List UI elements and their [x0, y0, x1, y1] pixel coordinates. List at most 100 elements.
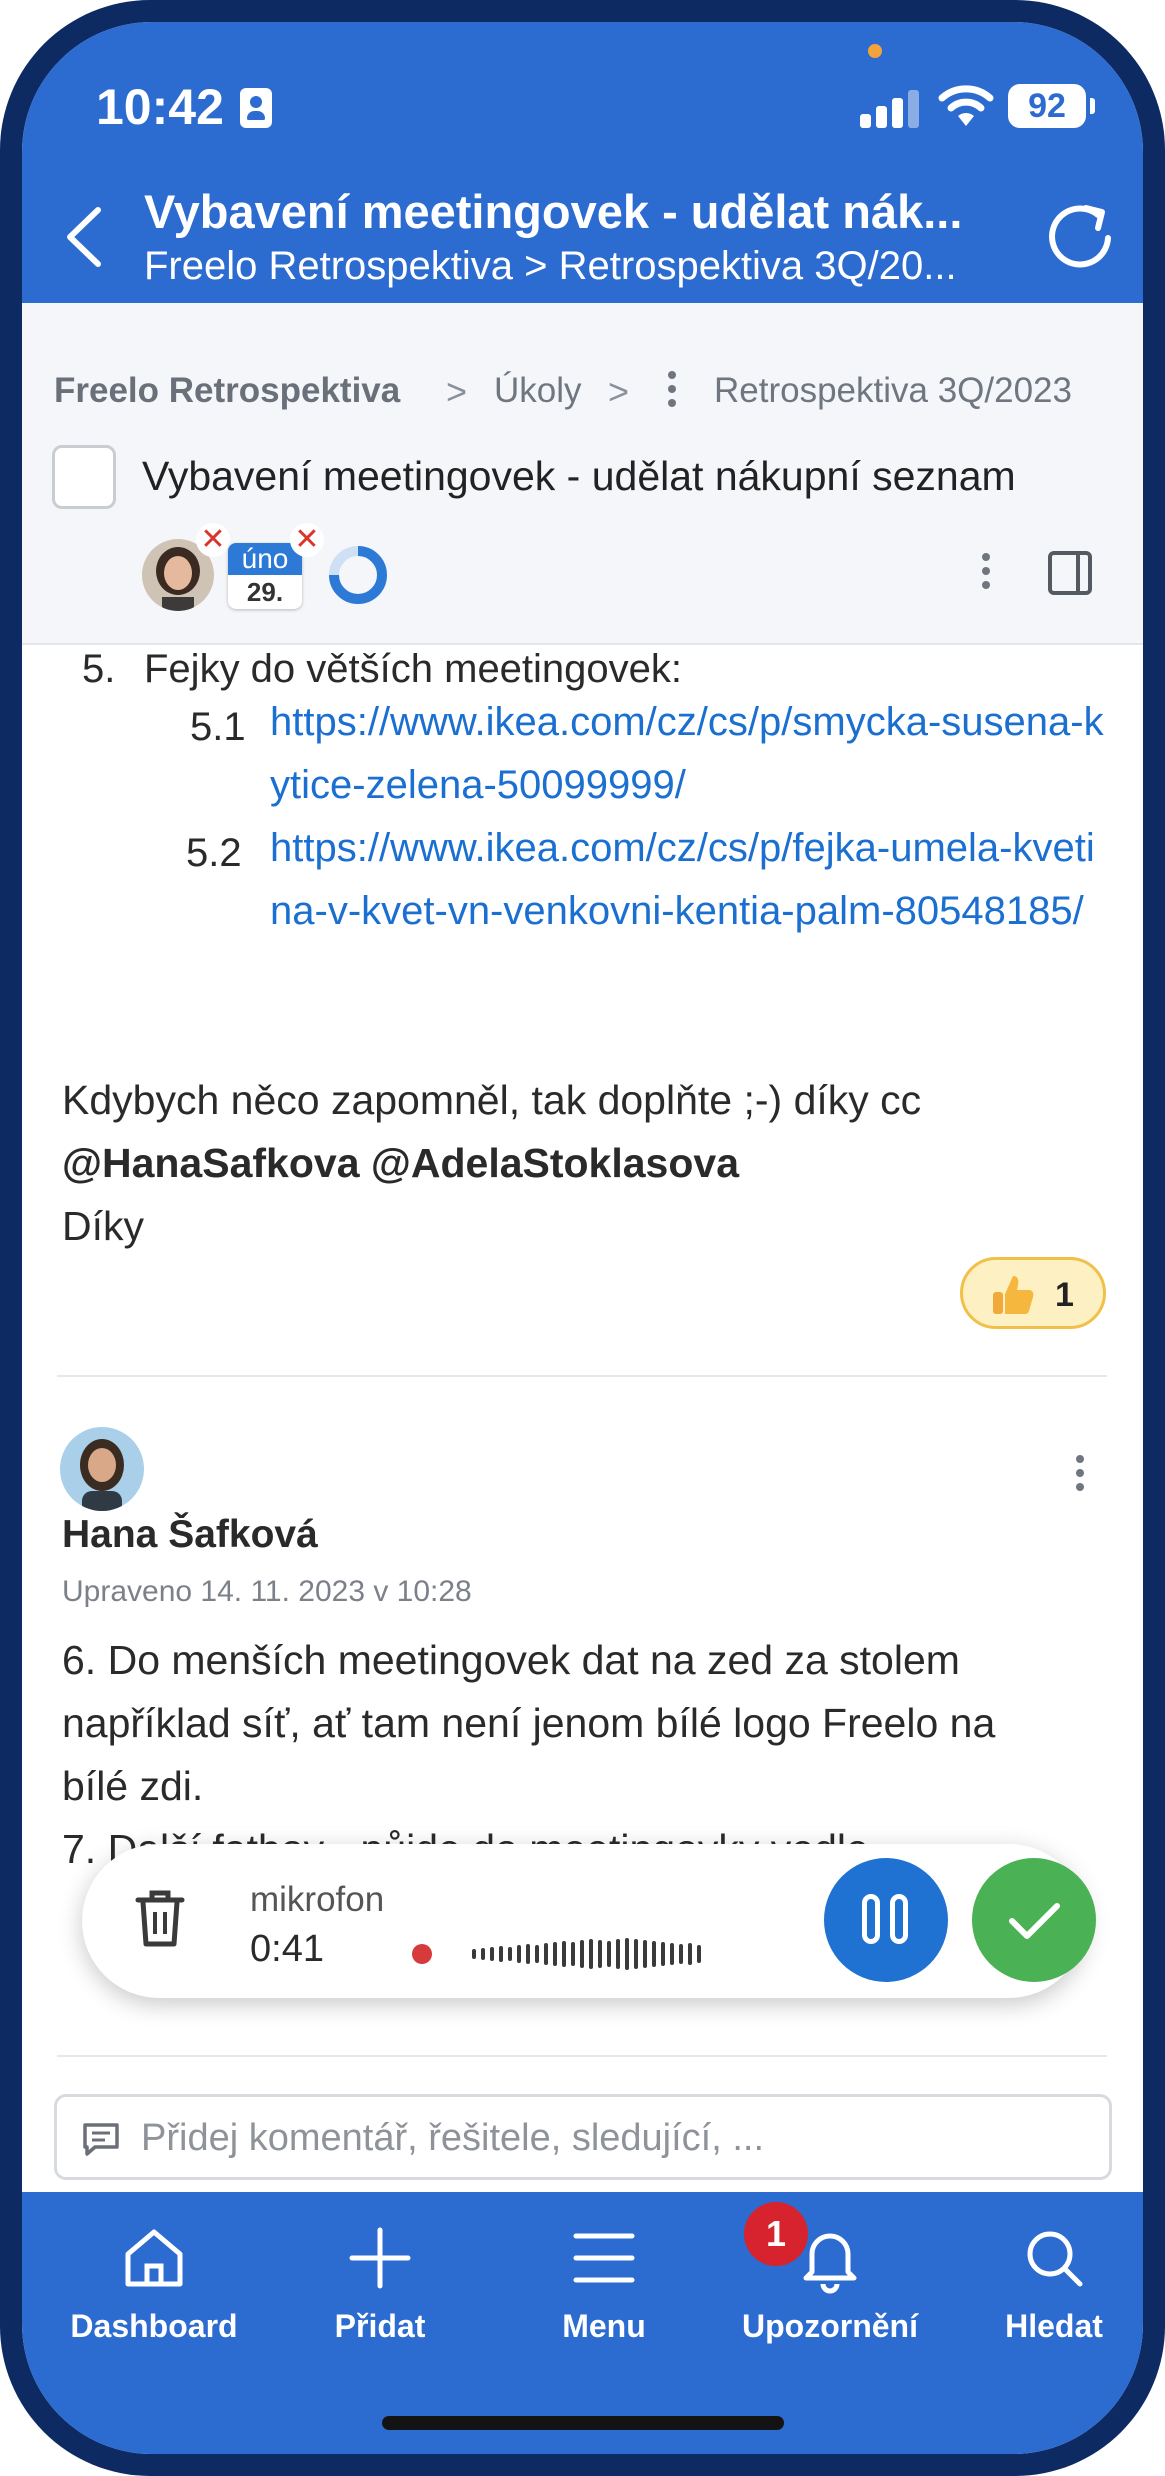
waveform-bar	[688, 1943, 692, 1965]
nav-label: Upozornění	[742, 2308, 918, 2344]
app-header: 10:42 92 Vybavení meetingovek - udělat n…	[22, 22, 1143, 303]
waveform-bar	[562, 1941, 566, 1967]
thanks-text: Díky	[62, 1203, 144, 1249]
waveform-bar	[499, 1946, 503, 1962]
nav-label: Menu	[562, 2308, 646, 2344]
waveform-bar	[679, 1944, 683, 1964]
comment-input[interactable]	[141, 2111, 1081, 2165]
comment-more-icon[interactable]	[1076, 1455, 1084, 1497]
waveform-bar	[616, 1939, 620, 1969]
nav-label: Přidat	[334, 2308, 426, 2344]
sublist-number: 5.2	[186, 831, 242, 875]
nav-label: Hledat	[1005, 2308, 1103, 2344]
task-header: Freelo Retrospektiva > Úkoly > Retrospek…	[22, 303, 1143, 645]
screen: 10:42 92 Vybavení meetingovek - udělat n…	[22, 22, 1143, 2454]
due-date-month: úno	[228, 543, 302, 575]
mentions[interactable]: @HanaSafkova @AdelaStoklasova	[62, 1140, 739, 1186]
nav-menu[interactable]: Menu	[492, 2192, 716, 2372]
camera-indicator-icon	[868, 44, 882, 58]
remove-assignee-icon[interactable]: ✕	[196, 523, 230, 557]
list-item-text: Fejky do větších meetingovek:	[144, 647, 683, 691]
header-title: Vybavení meetingovek - udělat nák...	[144, 185, 963, 238]
header-subtitle: Freelo Retrospektiva > Retrospektiva 3Q/…	[144, 244, 957, 288]
description-closing: Kdybych něco zapomněl, tak doplňte ;-) d…	[62, 1069, 1102, 1258]
waveform-bar	[625, 1938, 629, 1970]
waveform-bar	[598, 1940, 602, 1968]
confirm-recording-button[interactable]	[972, 1858, 1096, 1982]
breadcrumb-separator: >	[608, 371, 630, 412]
breadcrumb-section[interactable]: Úkoly	[494, 371, 582, 411]
bottom-navigation: Dashboard Přidat Menu Upozornění Hledat …	[22, 2192, 1143, 2454]
wifi-icon	[938, 85, 994, 126]
menu-icon	[573, 2233, 635, 2283]
waveform-bar	[589, 1939, 593, 1969]
recording-time: 0:41	[250, 1928, 324, 1970]
waveform-bar	[634, 1939, 638, 1969]
task-complete-checkbox[interactable]	[52, 445, 116, 509]
pause-recording-button[interactable]	[824, 1858, 948, 1982]
waveform-bar	[490, 1947, 494, 1961]
thumbs-up-icon	[993, 1276, 1034, 1314]
nav-dashboard[interactable]: Dashboard	[42, 2192, 266, 2372]
nav-search[interactable]: Hledat	[942, 2192, 1143, 2372]
ikea-link-2[interactable]: https://www.ikea.com/cz/cs/p/fejka-umela…	[270, 817, 1110, 943]
nav-add[interactable]: Přidat	[268, 2192, 492, 2372]
waveform-bar	[670, 1943, 674, 1965]
commenter-name: Hana Šafková	[62, 1513, 318, 1556]
recording-dot-icon	[412, 1944, 432, 1964]
comment-timestamp: Upraveno 14. 11. 2023 v 10:28	[62, 1575, 472, 1608]
comment-line: například síť, ať tam není jenom bílé lo…	[62, 1700, 996, 1746]
comment-line: 6. Do menších meetingovek dat na zed za …	[62, 1637, 960, 1683]
recorder-source: mikrofon	[250, 1880, 385, 1919]
audio-waveform	[472, 1924, 752, 1984]
plus-icon	[349, 2227, 411, 2289]
contact-card-icon	[240, 88, 272, 128]
phone-frame: 10:42 92 Vybavení meetingovek - udělat n…	[0, 0, 1165, 2476]
waveform-bar	[517, 1945, 521, 1963]
breadcrumb-separator: >	[446, 371, 468, 412]
due-date-day: 29.	[246, 577, 284, 607]
commenter-avatar[interactable]	[60, 1427, 144, 1511]
waveform-bar	[607, 1941, 611, 1967]
waveform-bar	[535, 1945, 539, 1963]
side-panel-icon[interactable]	[1048, 551, 1092, 595]
breadcrumb-project[interactable]: Freelo Retrospektiva	[54, 371, 400, 411]
waveform-bar	[544, 1943, 548, 1965]
nav-label: Dashboard	[70, 2308, 238, 2344]
breadcrumb-more-icon[interactable]	[668, 371, 676, 413]
waveform-bar	[508, 1947, 512, 1961]
waveform-bar	[526, 1944, 530, 1964]
list-number: 5.	[82, 647, 116, 691]
status-time: 10:42	[96, 79, 224, 135]
back-arrow-icon[interactable]	[58, 202, 118, 272]
task-title[interactable]: Vybavení meetingovek - udělat nákupní se…	[142, 453, 1016, 500]
sublist-number: 5.1	[190, 705, 246, 749]
reaction-count: 1	[1055, 1276, 1074, 1314]
breadcrumb-list[interactable]: Retrospektiva 3Q/2023	[714, 371, 1072, 411]
search-icon	[1027, 2231, 1083, 2287]
refresh-icon[interactable]	[1042, 198, 1120, 276]
due-date-badge[interactable]: úno 29.	[228, 543, 302, 609]
thumbs-up-reaction[interactable]: 1	[960, 1257, 1106, 1329]
waveform-bar	[697, 1945, 701, 1963]
progress-ring-icon[interactable]	[326, 543, 390, 607]
home-indicator	[382, 2416, 784, 2430]
task-more-icon[interactable]	[982, 553, 990, 595]
trash-icon[interactable]	[134, 1888, 186, 1950]
comment-composer[interactable]	[54, 2094, 1112, 2180]
waveform-bar	[661, 1942, 665, 1966]
battery-indicator: 92	[1008, 84, 1095, 128]
comment-line: bílé zdi.	[62, 1763, 204, 1809]
waveform-bar	[652, 1941, 656, 1967]
voice-recorder: mikrofon 0:41	[82, 1844, 1096, 1998]
cellular-signal-icon	[860, 90, 922, 128]
waveform-bar	[580, 1940, 584, 1968]
closing-text: Kdybych něco zapomněl, tak doplňte ;-) d…	[62, 1077, 922, 1123]
home-icon	[125, 2229, 183, 2287]
divider	[57, 1375, 1107, 1377]
waveform-bar	[643, 1940, 647, 1968]
remove-due-date-icon[interactable]: ✕	[290, 523, 324, 557]
waveform-bar	[472, 1949, 476, 1959]
ikea-link-1[interactable]: https://www.ikea.com/cz/cs/p/smycka-suse…	[270, 691, 1110, 817]
waveform-bar	[571, 1942, 575, 1966]
